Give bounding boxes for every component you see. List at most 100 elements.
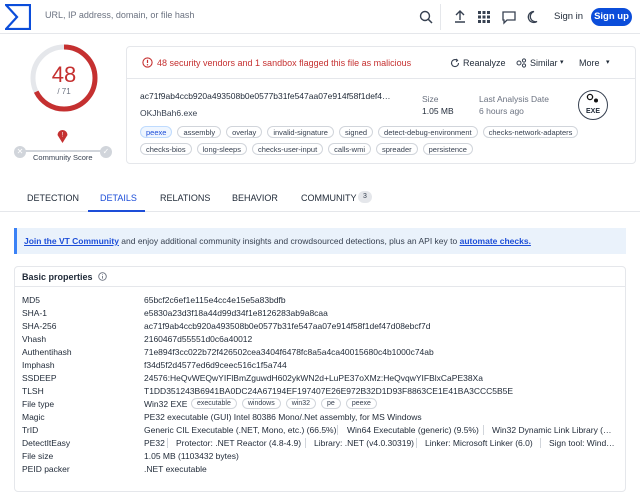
detectiteasy-separator — [167, 438, 168, 448]
tab-detection[interactable]: DETECTION — [27, 193, 79, 203]
basic-properties-title: Basic properties — [22, 272, 93, 282]
file-type-value: Win32 EXE — [144, 399, 188, 409]
search-icon[interactable] — [418, 9, 434, 25]
exe-filetype-label: EXE — [585, 108, 600, 115]
detectiteasy-label: DetectItEasy — [22, 438, 71, 448]
community-downvote-icon[interactable]: ✕ — [14, 146, 26, 158]
similar-dropdown[interactable]: Similar — [530, 58, 558, 68]
upload-icon[interactable] — [452, 9, 468, 25]
file-tag[interactable]: spreader — [376, 143, 418, 155]
trid-label: TrID — [22, 425, 39, 435]
file-tag[interactable]: peexe — [140, 126, 173, 138]
reanalyze-icon[interactable] — [450, 58, 460, 68]
file-type-tag[interactable]: executable — [191, 398, 237, 409]
malicious-alert-text: 48 security vendors and 1 sandbox flagge… — [157, 58, 412, 68]
file-type-tag[interactable]: peexe — [345, 398, 377, 409]
virustotal-logo[interactable] — [5, 4, 31, 30]
vhash-label: Vhash — [22, 334, 47, 344]
file-tag[interactable]: persistence — [422, 143, 473, 155]
detectiteasy-entry: Protector: .NET Reactor (4.8-4.9) — [176, 438, 302, 448]
search-input[interactable]: URL, IP address, domain, or file hash — [45, 10, 194, 20]
md5-value[interactable]: 65bcf2c6ef1e115e4cc4e15e5a83bdfb — [144, 295, 286, 305]
join-community-link[interactable]: Join the VT Community — [24, 236, 119, 246]
community-score-bar — [24, 150, 104, 152]
imphash-value[interactable]: f34d5f2d4577ed6d9ceec516c1f5a744 — [144, 360, 287, 370]
community-score-marker-icon: ! — [57, 130, 68, 143]
peid-label: PEID packer — [22, 464, 70, 474]
search-divider — [440, 4, 441, 30]
automate-checks-link[interactable]: automate checks. — [460, 236, 531, 246]
magic-label: Magic — [22, 412, 45, 422]
file-size-value: 1.05 MB (1103432 bytes) — [144, 451, 239, 461]
active-tab-underline — [88, 210, 145, 212]
gear-cluster-icon — [586, 93, 598, 103]
chat-icon[interactable] — [501, 9, 517, 25]
detectiteasy-entry: Library: .NET (v4.0.30319) — [314, 438, 414, 448]
sha256-value[interactable]: ac71f9ab4ccb920a493508b0e0577b31fe547aa0… — [144, 321, 430, 331]
file-tag[interactable]: calls-wmi — [328, 143, 372, 155]
similar-chevron-down-icon[interactable]: ▾ — [560, 58, 564, 66]
last-analysis-label: Last Analysis Date — [479, 94, 549, 104]
file-type-label: File type — [22, 399, 55, 409]
info-icon[interactable] — [98, 272, 107, 281]
imphash-label: Imphash — [22, 360, 55, 370]
sha1-label: SHA-1 — [22, 308, 48, 318]
trid-separator — [483, 425, 484, 435]
tlsh-label: TLSH — [22, 386, 44, 396]
tlsh-value[interactable]: T1DD351243B6941BA0DC24A67194EF197407E26E… — [144, 386, 513, 396]
last-analysis-value: 6 hours ago — [479, 106, 524, 116]
md5-label: MD5 — [22, 295, 40, 305]
sha256-label: SHA-256 — [22, 321, 57, 331]
file-tag[interactable]: assembly — [177, 126, 222, 138]
sign-in-link[interactable]: Sign in — [554, 11, 583, 22]
sign-up-button[interactable]: Sign up — [591, 8, 632, 26]
ssdeep-value[interactable]: 24576:HeQvWEQwYIFlBmZguwdH602ykWN2d+LuPE… — [144, 373, 483, 383]
file-hash[interactable]: ac71f9ab4ccb920a493508b0e0577b31fe547aa0… — [140, 91, 391, 101]
file-type-tag[interactable]: pe — [321, 398, 341, 409]
detectiteasy-separator — [416, 438, 417, 448]
tab-behavior[interactable]: BEHAVIOR — [232, 193, 278, 203]
trid-separator — [337, 425, 338, 435]
detection-total: / 71 — [57, 87, 71, 96]
detectiteasy-entry: Sign tool: Wind… — [549, 438, 615, 448]
tab-details[interactable]: DETAILS — [100, 193, 137, 203]
tab-community[interactable]: COMMUNITY — [301, 193, 357, 203]
community-upvote-icon[interactable]: ✓ — [100, 146, 112, 158]
file-size-label: File size — [22, 451, 54, 461]
banner-middle-text: and enjoy additional community insights … — [118, 236, 460, 246]
detectiteasy-separator — [305, 438, 306, 448]
magic-value: PE32 executable (GUI) Intel 80386 Mono/.… — [144, 412, 422, 422]
reanalyze-button[interactable]: Reanalyze — [463, 58, 506, 68]
peid-value: .NET executable — [144, 464, 207, 474]
tab-relations[interactable]: RELATIONS — [160, 193, 210, 203]
more-chevron-down-icon[interactable]: ▾ — [606, 58, 610, 66]
file-tag[interactable]: detect-debug-environment — [378, 126, 478, 138]
size-label: Size — [422, 94, 439, 104]
file-tag[interactable]: signed — [338, 126, 374, 138]
trid-entry: Generic CIL Executable (.NET, Mono, etc.… — [144, 425, 337, 435]
detectiteasy-entry: Linker: Microsoft Linker (6.0) — [425, 438, 533, 448]
sha1-value[interactable]: e5830a23d3f18a44d99d34f1e8126283ab9a8caa — [144, 308, 328, 318]
trid-entry: Win64 Executable (generic) (9.5%) — [347, 425, 479, 435]
apps-grid-icon[interactable] — [476, 9, 492, 25]
detectiteasy-separator — [540, 438, 541, 448]
file-tag[interactable]: long-sleeps — [196, 143, 247, 155]
community-count-badge: 3 — [358, 191, 372, 203]
file-type-tag[interactable]: windows — [241, 398, 281, 409]
ssdeep-label: SSDEEP — [22, 373, 57, 383]
vhash-value[interactable]: 2160467d55551d0c6a40012 — [144, 334, 252, 344]
authentihash-value[interactable]: 71e894f3cc022b72f426502cea3404f6478fc8a5… — [144, 347, 434, 357]
community-banner-text: Join the VT Community and enjoy addition… — [24, 236, 531, 246]
file-tag[interactable]: checks-user-input — [251, 143, 324, 155]
file-tag[interactable]: checks-bios — [140, 143, 192, 155]
similar-icon[interactable] — [516, 58, 527, 68]
file-tag[interactable]: invalid-signature — [267, 126, 334, 138]
file-type-tag[interactable]: win32 — [285, 398, 317, 409]
alert-icon — [142, 57, 153, 68]
dark-mode-moon-icon[interactable] — [526, 9, 542, 25]
size-value: 1.05 MB — [422, 106, 454, 116]
file-name: OKJhBah6.exe — [140, 108, 198, 118]
file-tag[interactable]: checks-network-adapters — [482, 126, 579, 138]
file-tag[interactable]: overlay — [226, 126, 263, 138]
more-dropdown[interactable]: More — [579, 58, 600, 68]
